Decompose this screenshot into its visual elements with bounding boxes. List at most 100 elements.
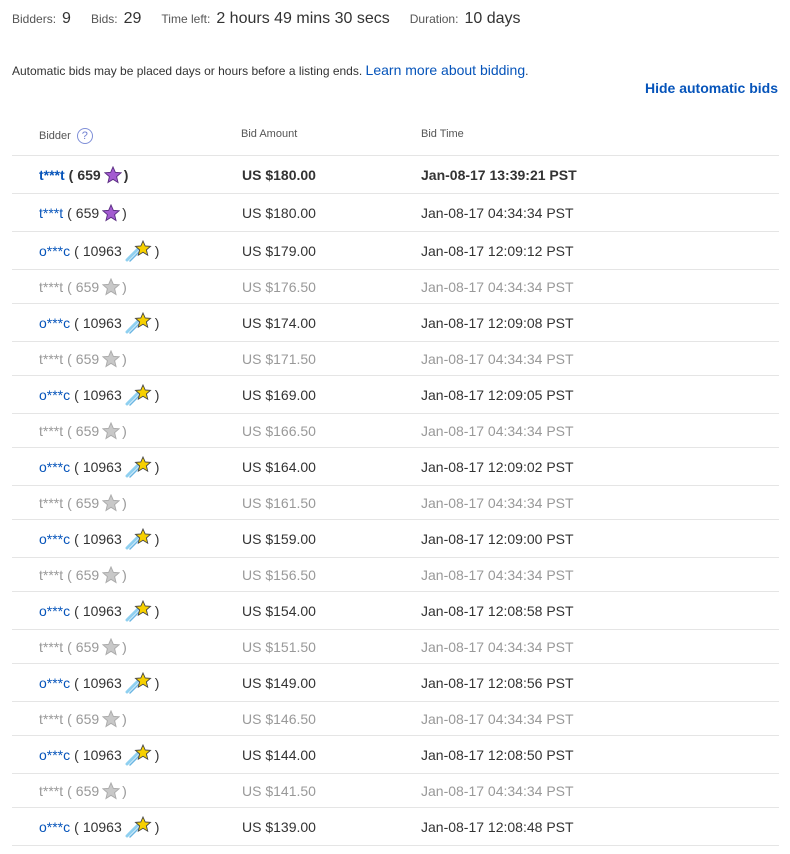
bidder-name-link[interactable]: t***t [39, 639, 63, 655]
open-paren: ( [67, 422, 72, 439]
bidder-name-link[interactable]: o***c [39, 459, 70, 475]
bidder-name-link[interactable]: t***t [39, 351, 63, 367]
yellow-shooting-star-icon [125, 383, 153, 406]
column-gap [223, 736, 226, 773]
table-row: t***t(659) US $136.50 Jan-08-17 04:34:34 P… [12, 846, 779, 854]
bidder-cell: t***t(659) [39, 414, 127, 447]
bidder-name-link[interactable]: o***c [39, 531, 70, 547]
column-gap [223, 520, 226, 557]
feedback-score[interactable]: 659 [76, 783, 99, 799]
open-paren: ( [74, 674, 79, 691]
row-gap [12, 194, 36, 231]
yellow-shooting-star-icon [125, 743, 153, 766]
column-gap [412, 774, 415, 807]
column-gap [223, 630, 226, 663]
bid-amount: US $159.00 [242, 530, 316, 547]
close-paren: ) [154, 458, 160, 475]
bid-time: Jan-08-17 04:34:34 PST [421, 782, 574, 799]
bidder-name-link[interactable]: o***c [39, 603, 70, 619]
bidder-name-link[interactable]: t***t [39, 423, 63, 439]
feedback-score[interactable]: 659 [76, 423, 99, 439]
feedback-score[interactable]: 10963 [83, 243, 122, 259]
bidder-name-link[interactable]: o***c [39, 675, 70, 691]
feedback-score[interactable]: 10963 [83, 747, 122, 763]
feedback-score[interactable]: 659 [76, 711, 99, 727]
close-paren: ) [122, 782, 127, 799]
feedback-score[interactable]: 659 [76, 567, 99, 583]
bidder-cell: o***c(10963) [39, 664, 159, 701]
bidder-name-link[interactable]: t***t [39, 279, 63, 295]
row-gap [12, 376, 36, 413]
bid-amount: US $144.00 [242, 746, 316, 763]
bidder-name-link[interactable]: t***t [39, 567, 63, 583]
bidder-name-link[interactable]: o***c [39, 315, 70, 331]
bidder-cell: o***c(10963) [39, 376, 159, 413]
bidder-name-link[interactable]: o***c [39, 819, 70, 835]
row-gap [12, 304, 36, 341]
bids-stat: Bids: 29 [91, 10, 141, 28]
feedback-score[interactable]: 659 [76, 639, 99, 655]
feedback-score[interactable]: 10963 [83, 819, 122, 835]
open-paren: ( [74, 602, 79, 619]
bidder-name-link[interactable]: t***t [39, 783, 63, 799]
close-paren: ) [122, 710, 127, 727]
help-icon[interactable]: ? [76, 128, 93, 144]
yellow-shooting-star-icon [125, 455, 153, 478]
table-row: o***c(10963) US $174.00 Jan-08-17 12:09:08… [12, 304, 779, 342]
column-gap [223, 558, 226, 591]
yellow-shooting-star-icon [125, 239, 153, 262]
bid-time: Jan-08-17 04:34:34 PST [421, 638, 574, 655]
purple-star-icon [102, 203, 121, 222]
column-gap [412, 592, 415, 629]
bidder-name-link[interactable]: o***c [39, 747, 70, 763]
feedback-score[interactable]: 659 [76, 495, 99, 511]
column-gap [223, 304, 226, 341]
time-left-label: Time left: [161, 12, 211, 26]
bidder-name-link[interactable]: t***t [39, 495, 63, 511]
bid-time: Jan-08-17 04:34:34 PST [421, 422, 574, 439]
bidder-name-link[interactable]: t***t [39, 711, 63, 727]
column-gap [223, 414, 226, 447]
feedback-score[interactable]: 10963 [83, 675, 122, 691]
column-gap [605, 304, 608, 341]
bidder-cell: t***t(659) [39, 846, 127, 854]
feedback-score[interactable]: 10963 [83, 315, 122, 331]
bidder-name-link[interactable]: o***c [39, 243, 70, 259]
learn-more-bidding-link[interactable]: Learn more about bidding [366, 62, 526, 78]
feedback-score[interactable]: 10963 [83, 459, 122, 475]
bid-amount: US $180.00 [242, 204, 316, 221]
close-paren: ) [122, 638, 127, 655]
note-period: . [525, 64, 529, 78]
feedback-score[interactable]: 659 [76, 205, 99, 221]
column-gap [605, 376, 608, 413]
column-gap [223, 232, 226, 269]
column-gap [412, 194, 415, 231]
bid-amount: US $179.00 [242, 242, 316, 259]
bidder-name-link[interactable]: t***t [39, 205, 63, 221]
bid-time: Jan-08-17 12:08:48 PST [421, 818, 574, 835]
bidder-cell: o***c(10963) [39, 592, 159, 629]
bidder-name-link[interactable]: o***c [39, 387, 70, 403]
feedback-score[interactable]: 659 [76, 351, 99, 367]
hide-automatic-bids-link[interactable]: Hide automatic bids [645, 80, 778, 96]
open-paren: ( [67, 350, 72, 367]
column-gap [605, 520, 608, 557]
bid-time: Jan-08-17 04:34:34 PST [421, 494, 574, 511]
bidder-name-link[interactable]: t***t [39, 167, 65, 183]
open-paren: ( [67, 566, 72, 583]
column-gap [605, 156, 608, 193]
column-gap [223, 702, 226, 735]
bid-amount: US $156.50 [242, 566, 316, 583]
close-paren: ) [122, 350, 127, 367]
feedback-score[interactable]: 10963 [83, 387, 122, 403]
feedback-score[interactable]: 10963 [83, 531, 122, 547]
automatic-bids-note-text: Automatic bids may be placed days or hou… [12, 64, 363, 78]
feedback-score[interactable]: 659 [77, 167, 100, 183]
column-gap [223, 448, 226, 485]
feedback-score[interactable]: 659 [76, 279, 99, 295]
open-paren: ( [67, 710, 72, 727]
duration-label: Duration: [409, 12, 459, 26]
feedback-score[interactable]: 10963 [83, 603, 122, 619]
bid-amount-column-header: Bid Amount [241, 128, 298, 140]
column-gap [412, 846, 415, 854]
